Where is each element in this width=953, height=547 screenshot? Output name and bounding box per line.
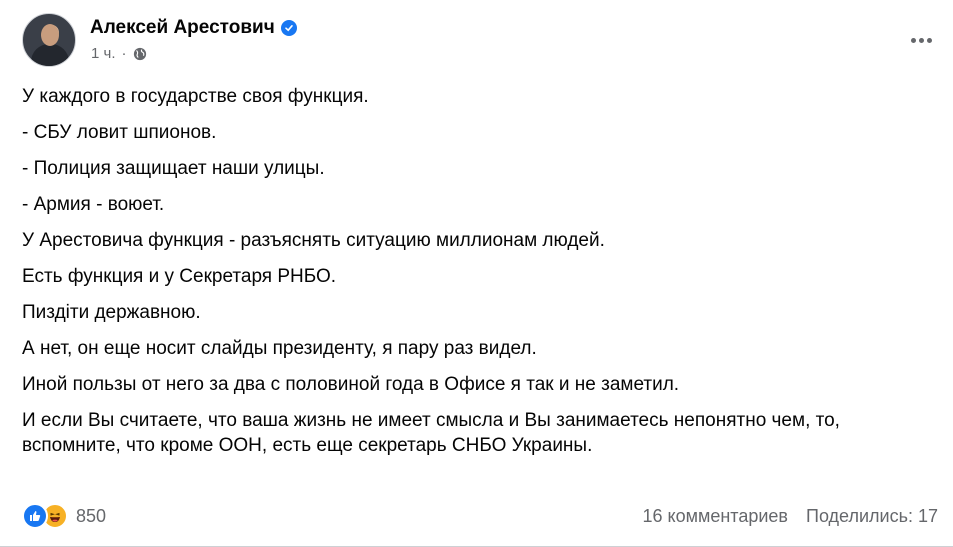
verified-badge-icon <box>280 20 297 36</box>
post-paragraph: - Полиция защищает наши улицы. <box>22 158 325 179</box>
post-paragraph: - Армия - воюет. <box>22 194 165 215</box>
post-paragraph: У Арестовича функция - разъяснять ситуац… <box>22 230 605 251</box>
meta-separator: · <box>121 45 127 62</box>
shares-count-link[interactable]: Поделились: 17 <box>806 506 938 527</box>
author-line: Алексей Арестович <box>90 17 297 39</box>
post-paragraph: И если Вы считаете, что ваша жизнь не им… <box>22 410 840 456</box>
post-paragraph: Есть функция и у Секретаря РНБО. <box>22 266 337 287</box>
reaction-count: 850 <box>76 505 107 526</box>
author-avatar[interactable] <box>22 13 76 67</box>
post-footer: 850 16 комментариев Поделились: 17 <box>22 502 938 530</box>
post-text: У каждого в государстве своя функция. - … <box>22 84 932 469</box>
engagement-stats: 16 комментариев Поделились: 17 <box>642 506 938 527</box>
post-paragraph: Иной пользы от него за два с половиной г… <box>22 374 680 395</box>
post-meta: 1 ч. · <box>91 45 147 62</box>
more-dot-icon <box>926 37 932 43</box>
post-time[interactable]: 1 ч. <box>91 45 116 62</box>
post-paragraph: А нет, он еще носит слайды президенту, я… <box>22 338 537 359</box>
more-options-button[interactable] <box>903 22 939 58</box>
more-dot-icon <box>910 37 916 43</box>
post-header: Алексей Арестович 1 ч. · <box>22 13 922 69</box>
author-name[interactable]: Алексей Арестович <box>90 17 275 39</box>
post-paragraph: Пиздіти державною. <box>22 302 201 323</box>
reactions-summary[interactable]: 850 <box>22 503 106 529</box>
post-paragraph: - СБУ ловит шпионов. <box>22 122 217 143</box>
post-paragraph: У каждого в государстве своя функция. <box>22 86 369 107</box>
globe-icon <box>133 47 147 61</box>
more-dot-icon <box>918 37 924 43</box>
comments-count-link[interactable]: 16 комментариев <box>642 506 788 527</box>
like-reaction-icon <box>22 503 48 529</box>
